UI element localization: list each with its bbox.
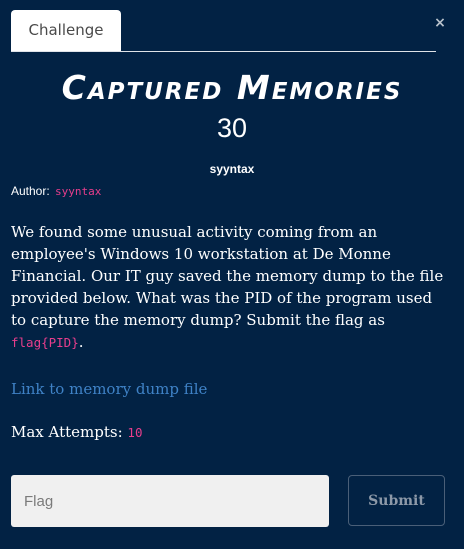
submit-button[interactable]: Submit <box>348 475 445 526</box>
max-attempts: Max Attempts: 10 <box>11 423 142 441</box>
max-attempts-label: Max Attempts: <box>11 423 123 441</box>
flag-format: flag{PID} <box>11 335 79 350</box>
max-attempts-value: 10 <box>127 425 143 440</box>
challenge-title: Captured Memories <box>61 68 403 107</box>
tab-bar: Challenge <box>11 10 436 52</box>
challenge-modal: × Challenge Captured Memories 30 syyntax… <box>0 0 464 549</box>
challenge-description: We found some unusual activity coming fr… <box>11 221 451 354</box>
flag-input[interactable] <box>11 475 329 527</box>
challenge-tag: syyntax <box>209 162 255 176</box>
challenge-points: 30 <box>216 113 248 143</box>
tab-challenge[interactable]: Challenge <box>11 10 121 51</box>
author-label: Author: <box>11 184 50 198</box>
description-text: We found some unusual activity coming fr… <box>11 223 444 329</box>
author-line: Author: syyntax <box>11 184 101 198</box>
memory-dump-link[interactable]: Link to memory dump file <box>11 380 207 398</box>
description-end: . <box>78 333 84 351</box>
author-name: syyntax <box>55 185 102 198</box>
